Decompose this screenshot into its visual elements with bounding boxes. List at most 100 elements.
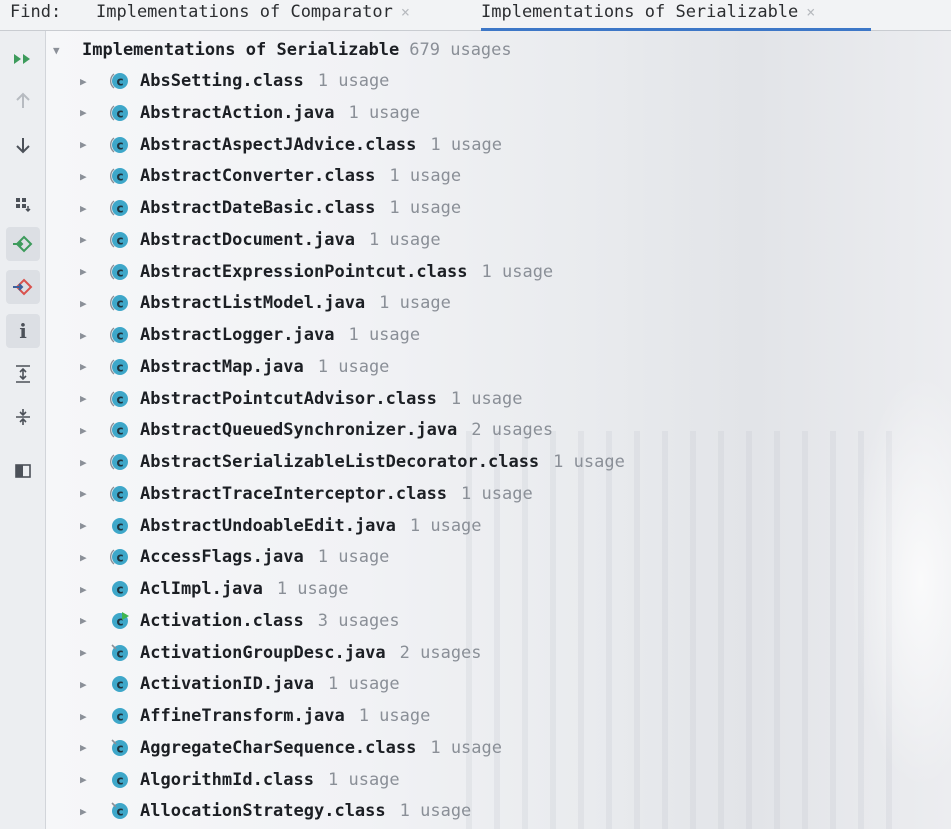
svg-text:c: c (116, 392, 123, 406)
usage-count: 1 usage (358, 706, 431, 726)
class-name: AbstractTraceInterceptor.class (140, 483, 448, 504)
show-write-access-button[interactable] (6, 270, 40, 304)
tree-item[interactable]: ▶ c ActivationGroupDesc.java 2 usages (46, 640, 482, 666)
svg-text:c: c (116, 519, 123, 533)
expand-arrow-icon[interactable]: ▶ (80, 233, 92, 246)
class-abstract-icon: c (110, 262, 130, 282)
expand-arrow-icon[interactable]: ▶ (80, 297, 92, 310)
expand-arrow-icon[interactable]: ▶ (80, 138, 92, 151)
tree-item[interactable]: ▶ c AbstractConverter.class 1 usage (46, 163, 461, 189)
expand-arrow-icon[interactable]: ▶ (80, 741, 92, 754)
expand-arrow-icon[interactable]: ▶ (80, 202, 92, 215)
usage-count: 1 usage (461, 483, 533, 504)
info-button[interactable]: i (6, 314, 40, 348)
usage-count: 1 usage (328, 769, 400, 790)
expand-arrow-icon[interactable]: ▶ (80, 614, 92, 627)
close-icon[interactable]: × (401, 3, 410, 21)
expand-all-button[interactable] (6, 42, 40, 76)
preview-button[interactable] (6, 454, 40, 488)
tree-item[interactable]: ▶ c AbstractAspectJAdvice.class 1 usage (46, 132, 502, 158)
class-name: AclImpl.java (140, 579, 263, 599)
class-abstract-icon: c (110, 484, 130, 504)
expand-tree-button[interactable] (6, 357, 40, 391)
tab-implementations-of-comparator[interactable]: Implementations of Comparator × (96, 0, 448, 31)
tree-item[interactable]: ▶ c AbstractLogger.java 1 usage (46, 322, 420, 348)
tree-item[interactable]: ▶ c AbstractListModel.java 1 usage (46, 290, 451, 316)
expand-arrow-icon[interactable]: ▶ (80, 424, 92, 437)
class-name: AbstractDateBasic.class (140, 198, 376, 218)
expand-arrow-icon[interactable]: ▶ (80, 519, 92, 532)
next-occurrence-button[interactable] (6, 128, 40, 162)
expand-arrow-icon[interactable]: ▶ (80, 75, 92, 88)
tree-item[interactable]: ▶ c AggregateCharSequence.class 1 usage (46, 735, 502, 761)
class-name: AbstractQueuedSynchronizer.java (140, 420, 458, 441)
tree-item[interactable]: ▶ c Activation.class 3 usages (46, 608, 400, 634)
tree-item[interactable]: ▶ c AbstractPointcutAdvisor.class 1 usage (46, 386, 522, 412)
expand-arrow-icon[interactable]: ▶ (80, 456, 92, 469)
expand-arrow-icon[interactable]: ▶ (80, 710, 92, 723)
tree-item[interactable]: ▶ c AbstractExpressionPointcut.class 1 usag… (46, 259, 553, 285)
expand-arrow-icon[interactable]: ▶ (80, 360, 92, 373)
class-abstract-icon: c (110, 198, 130, 218)
svg-text:c: c (116, 202, 123, 216)
class-name: AbstractUndoableEdit.java (140, 515, 396, 536)
class-name: ActivationGroupDesc.java (140, 642, 386, 663)
find-tab-bar: Find: Implementations of Comparator × Imp… (0, 0, 951, 31)
close-icon[interactable]: × (806, 3, 815, 21)
expand-arrow-icon[interactable]: ▶ (80, 170, 92, 183)
tree-root-node[interactable]: ▼ Implementations of Serializable 679 us… (46, 37, 512, 63)
class-name: AbstractLogger.java (140, 325, 335, 345)
tree-item[interactable]: ▶ c AbstractTraceInterceptor.class 1 usage (46, 481, 533, 507)
svg-text:c: c (116, 138, 123, 152)
tree-item[interactable]: ▶ c AbstractAction.java 1 usage (46, 100, 420, 126)
class-runnable-icon: c (110, 611, 130, 631)
class-final-icon: c (110, 643, 130, 663)
svg-text:c: c (116, 583, 123, 597)
usages-tree[interactable]: ▼ Implementations of Serializable 679 us… (46, 31, 951, 829)
tree-item[interactable]: ▶ c AccessFlags.java 1 usage (46, 544, 389, 570)
tree-item[interactable]: ▶ c AbstractDateBasic.class 1 usage (46, 195, 461, 221)
tree-item[interactable]: ▶ c AbstractSerializableListDecorator.clas… (46, 449, 625, 475)
tree-item[interactable]: ▶ c AbstractQueuedSynchronizer.java 2 usage… (46, 417, 553, 443)
expand-arrow-icon[interactable]: ▶ (80, 329, 92, 342)
expand-arrow-icon[interactable]: ▶ (80, 487, 92, 500)
previous-occurrence-button[interactable] (6, 84, 40, 118)
usage-count: 1 usage (389, 166, 462, 187)
usage-count: 1 usage (328, 674, 400, 695)
tree-item[interactable]: ▶ c AffineTransform.java 1 usage (46, 703, 430, 729)
tree-item[interactable]: ▶ c AlgorithmId.class 1 usage (46, 767, 400, 793)
expand-arrow-icon[interactable]: ▶ (80, 646, 92, 659)
usage-count: 2 usages (471, 420, 554, 441)
tab-implementations-of-serializable[interactable]: Implementations of Serializable × (481, 0, 871, 31)
usage-count: 1 usage (481, 261, 554, 282)
svg-text:c: c (116, 233, 123, 247)
expand-arrow-icon[interactable]: ▶ (80, 678, 92, 691)
tree-item[interactable]: ▶ c AclImpl.java 1 usage (46, 576, 348, 602)
class-name: ActivationID.java (140, 674, 314, 695)
collapse-tree-button[interactable] (6, 400, 40, 434)
tree-item[interactable]: ▶ c ActivationID.java 1 usage (46, 671, 400, 697)
collapse-arrow-icon[interactable]: ▼ (53, 44, 67, 57)
tree-item[interactable]: ▶ c AbstractMap.java 1 usage (46, 354, 389, 380)
tree-item[interactable]: ▶ c AllocationStrategy.class 1 usage (46, 798, 471, 824)
class-icon: c (110, 674, 130, 694)
group-by-button[interactable] (6, 187, 40, 221)
find-toolbar: i (0, 31, 46, 829)
class-name: AbstractAction.java (140, 102, 335, 123)
svg-text:c: c (116, 456, 123, 470)
tree-item[interactable]: ▶ c AbstractUndoableEdit.java 1 usage (46, 513, 482, 539)
svg-text:c: c (116, 329, 123, 343)
expand-arrow-icon[interactable]: ▶ (80, 392, 92, 405)
show-read-access-button[interactable] (6, 227, 40, 261)
class-final-icon: c (110, 738, 130, 758)
tree-item[interactable]: ▶ c AbstractDocument.java 1 usage (46, 227, 441, 253)
expand-arrow-icon[interactable]: ▶ (80, 551, 92, 564)
class-name: AbsSetting.class (140, 71, 304, 91)
class-abstract-icon: c (110, 135, 130, 155)
expand-arrow-icon[interactable]: ▶ (80, 773, 92, 786)
expand-arrow-icon[interactable]: ▶ (80, 106, 92, 119)
expand-arrow-icon[interactable]: ▶ (80, 583, 92, 596)
expand-arrow-icon[interactable]: ▶ (80, 265, 92, 278)
tree-item[interactable]: ▶ c AbsSetting.class 1 usage (46, 68, 389, 94)
expand-arrow-icon[interactable]: ▶ (80, 805, 92, 818)
